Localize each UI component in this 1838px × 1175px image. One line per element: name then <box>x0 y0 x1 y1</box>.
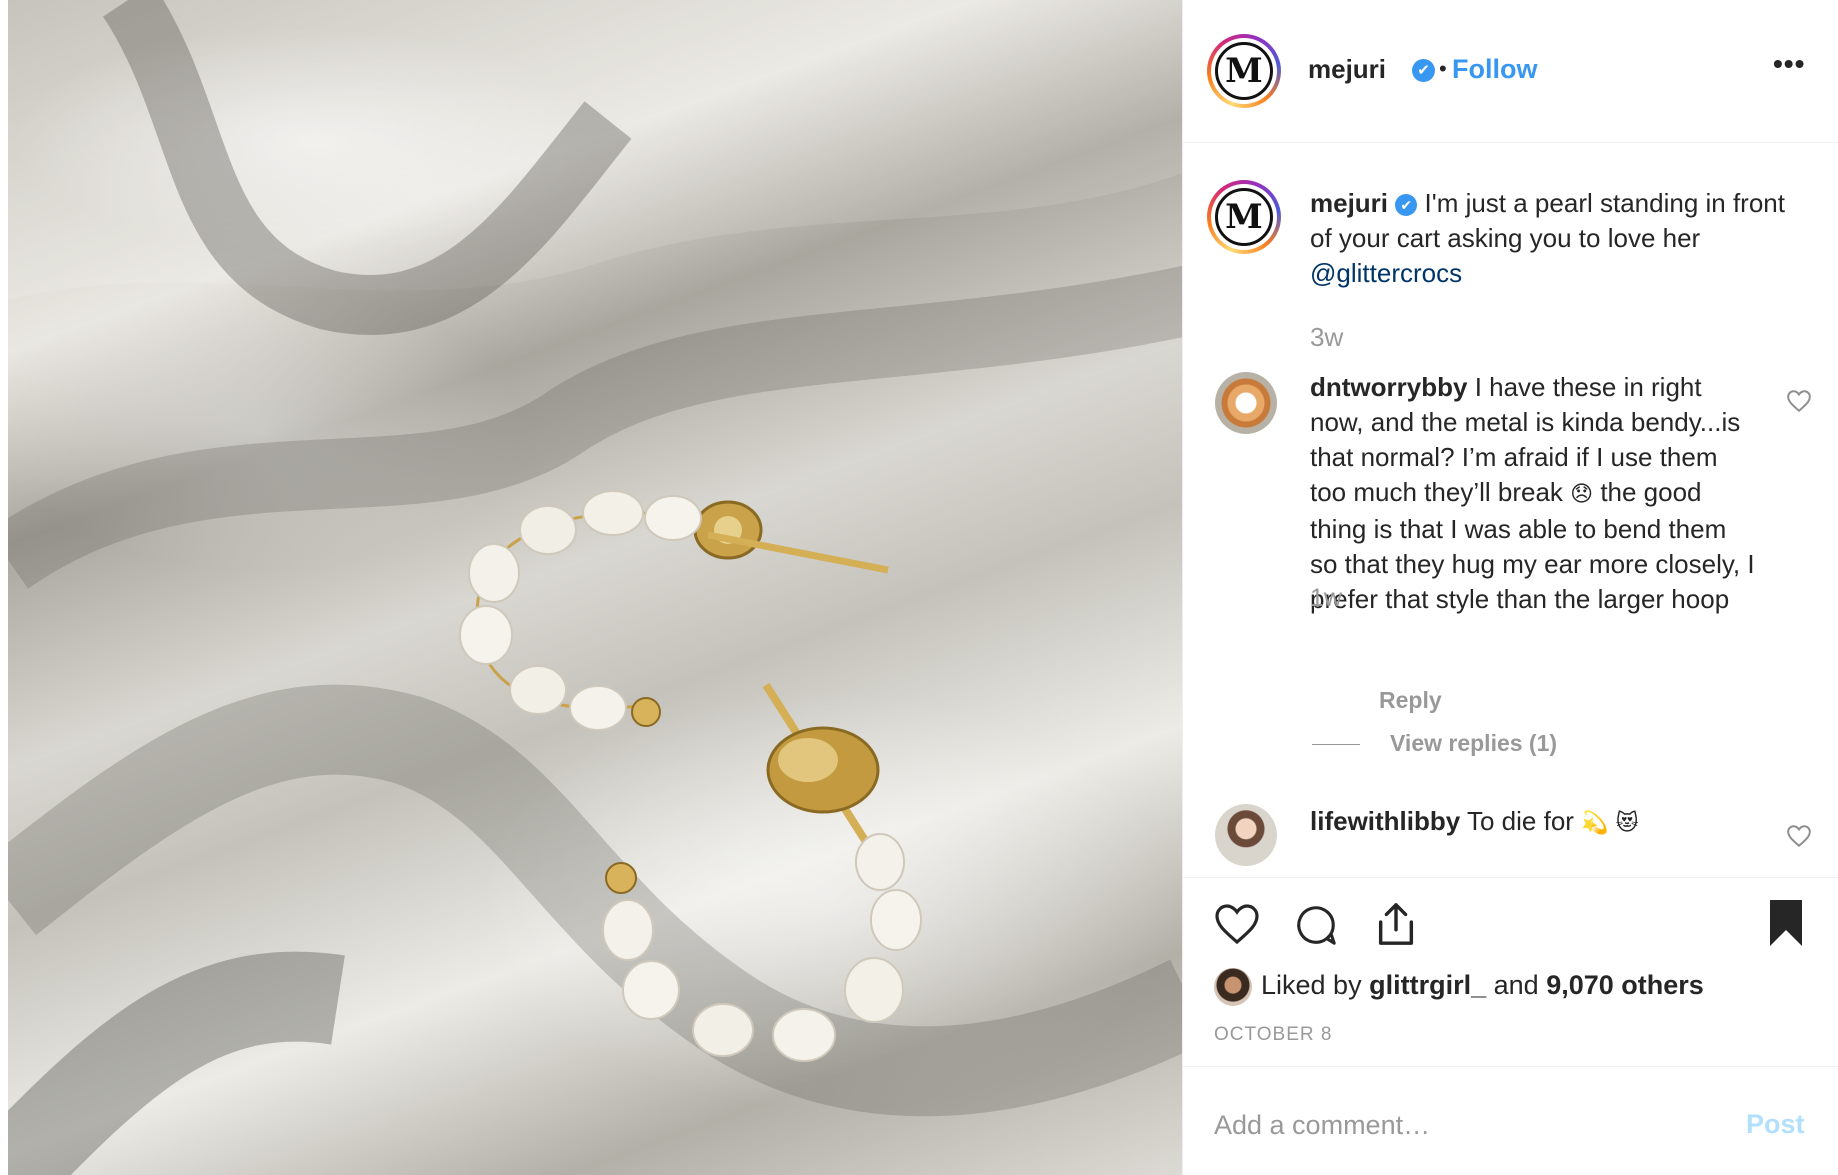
bookmark-icon[interactable] <box>1766 898 1806 948</box>
post-photo <box>0 0 1182 1175</box>
mejuri-logo: M <box>1215 188 1273 246</box>
earring-top <box>459 490 889 731</box>
profile-avatar[interactable]: M <box>1207 34 1281 108</box>
liked-by-user[interactable]: glittrgirl_ <box>1369 970 1486 1000</box>
header-username[interactable]: mejuri <box>1308 54 1386 85</box>
more-options-icon[interactable]: ••• <box>1773 48 1805 80</box>
comment-like-icon[interactable] <box>1786 824 1812 848</box>
post-comment-button[interactable]: Post <box>1746 1109 1805 1140</box>
reply-button[interactable]: Reply <box>1379 687 1442 714</box>
mejuri-logo: M <box>1215 42 1273 100</box>
liker-avatar[interactable] <box>1214 968 1252 1006</box>
likes-count[interactable]: 9,070 others <box>1546 970 1704 1000</box>
add-comment-input[interactable] <box>1214 1105 1674 1145</box>
replies-divider <box>1312 744 1360 745</box>
dizzy-heart-eyes-cat-emoji: 💫 😻 <box>1581 811 1639 836</box>
commenter-avatar[interactable] <box>1215 372 1277 434</box>
pearl-earrings-image <box>8 0 1182 1175</box>
caption: mejuri ✔ I'm just a pearl standing in fr… <box>1310 186 1810 291</box>
add-comment-bar: Post <box>1183 1066 1838 1175</box>
heart-icon[interactable] <box>1213 902 1261 946</box>
comment-icon[interactable] <box>1293 902 1339 948</box>
caption-avatar[interactable]: M <box>1207 180 1281 254</box>
follow-button[interactable]: Follow <box>1452 54 1537 85</box>
post-date[interactable]: OCTOBER 8 <box>1214 1024 1332 1046</box>
disappointed-emoji: 😞 <box>1570 482 1594 507</box>
verified-badge-icon: ✔ <box>1395 194 1418 217</box>
separator-dot: • <box>1439 56 1447 81</box>
comment-username[interactable]: dntworrybby <box>1310 372 1467 402</box>
caption-timestamp[interactable]: 3w <box>1310 322 1343 353</box>
comment-like-icon[interactable] <box>1786 389 1812 413</box>
view-replies-button[interactable]: View replies (1) <box>1390 730 1557 757</box>
post-actions: Liked by glittrgirl_ and 9,070 others OC… <box>1183 877 1838 1067</box>
caption-mention[interactable]: @glittercrocs <box>1310 258 1462 288</box>
post-sidebar: M mejuri ✔ • Follow ••• M mejuri ✔ I'm j… <box>1182 0 1838 1175</box>
commenter-avatar[interactable] <box>1215 804 1277 866</box>
comment-timestamp[interactable]: 1w <box>1310 584 1342 613</box>
verified-badge-icon: ✔ <box>1412 59 1435 82</box>
comment: lifewithlibby To die for 💫 😻 <box>1310 804 1810 841</box>
share-icon[interactable] <box>1373 900 1419 948</box>
comment-text: To die for <box>1467 806 1574 836</box>
comment: dntworrybby I have these in right now, a… <box>1310 370 1760 617</box>
caption-username[interactable]: mejuri <box>1310 188 1388 218</box>
post-header: M mejuri ✔ • Follow ••• <box>1183 0 1838 143</box>
liked-by-text: Liked by glittrgirl_ and 9,070 others <box>1261 970 1704 1000</box>
comments-list[interactable]: M mejuri ✔ I'm just a pearl standing in … <box>1183 144 1838 877</box>
comment-username[interactable]: lifewithlibby <box>1310 806 1460 836</box>
